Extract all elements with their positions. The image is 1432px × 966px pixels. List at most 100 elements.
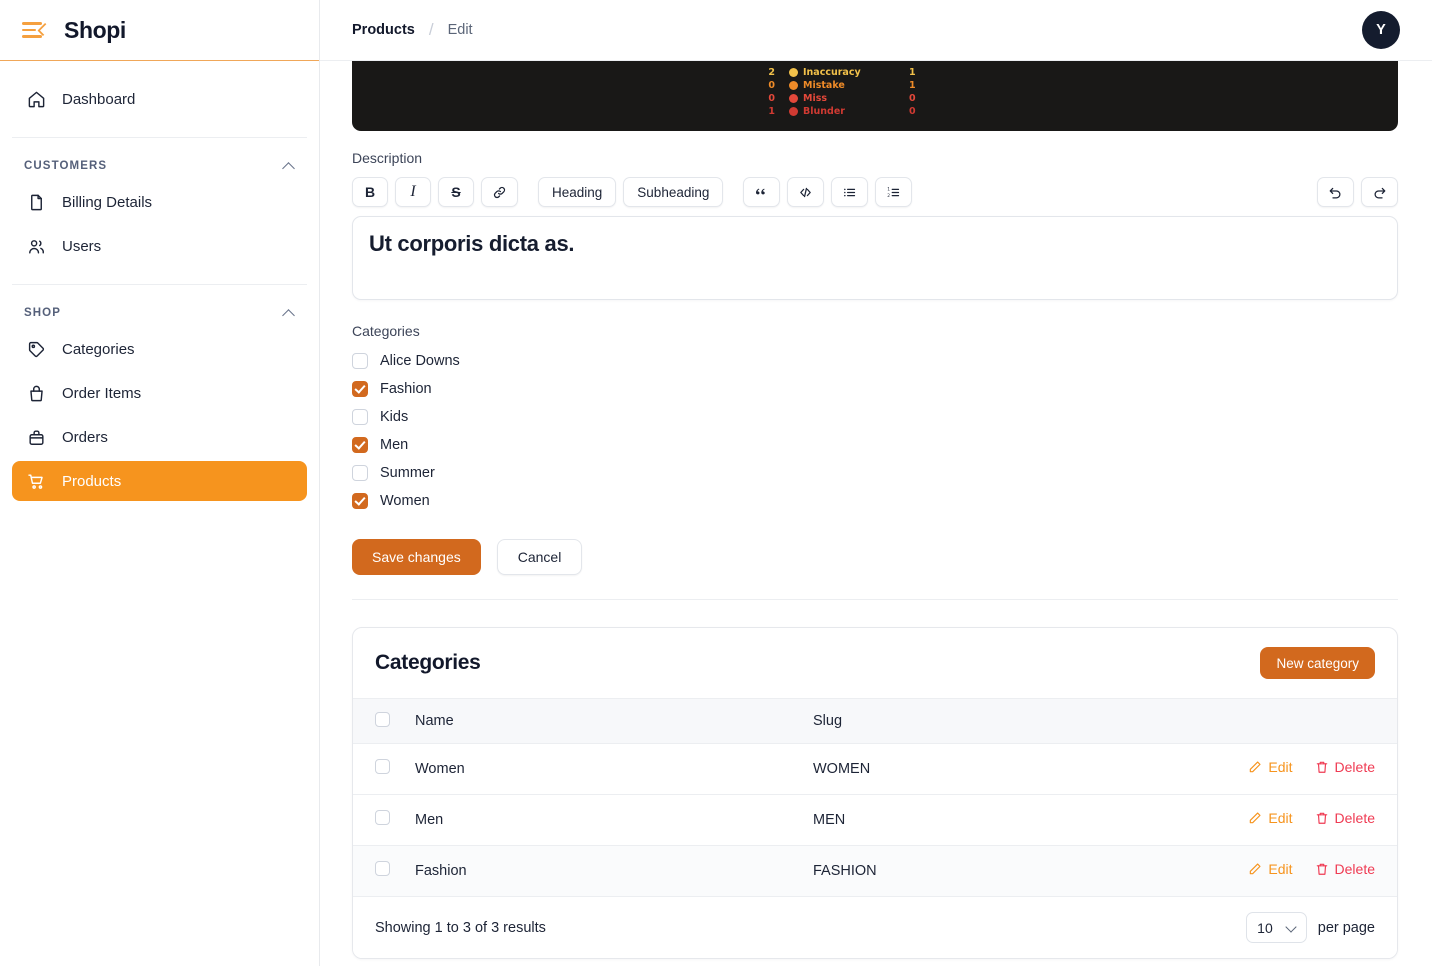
category-option-women[interactable]: Women [352,487,1398,515]
bold-button[interactable]: B [352,177,388,207]
italic-button[interactable]: I [395,177,431,207]
banner-stat-left: 0 [768,80,775,91]
editor-toolbar-group-inline: B I S [352,177,518,207]
strikethrough-button[interactable]: S [438,177,474,207]
banner-stat-label: Mistake [789,80,909,91]
checkbox[interactable] [352,381,368,397]
chevron-up-icon[interactable] [284,308,295,319]
sidebar-item-label: Order Items [62,384,142,402]
editor-toolbar-group-history [1317,177,1398,207]
banner-stat-right: 1 [909,67,916,78]
table-row[interactable]: Fashion FASHION Edit Delete [353,845,1397,897]
category-option-men[interactable]: Men [352,431,1398,459]
sidebar-item-products[interactable]: Products [12,461,307,501]
heading-button[interactable]: Heading [538,177,617,207]
undo-icon[interactable] [1317,177,1354,207]
checkbox[interactable] [352,353,368,369]
chevron-down-icon [1287,923,1296,932]
banner-stat-label: Inaccuracy [789,67,909,78]
select-all-cell [353,699,415,744]
per-page-value: 10 [1257,919,1273,936]
delete-button[interactable]: Delete [1315,759,1375,775]
row-select-cell [353,845,415,897]
sidebar-item-billing-details[interactable]: Billing Details [12,182,307,222]
sidebar-item-label: Dashboard [62,90,136,108]
svg-text:1: 1 [888,186,891,192]
edit-button[interactable]: Edit [1248,861,1293,877]
row-checkbox[interactable] [375,759,390,774]
categories-checkbox-list: Alice Downs Fashion Kids Men Summer Wome… [352,347,1398,515]
sidebar: Shopi Dashboard CUSTOMERS Billing Detail… [0,0,320,966]
link-icon[interactable] [481,177,518,207]
delete-button[interactable]: Delete [1315,810,1375,826]
chevron-up-icon[interactable] [284,161,295,172]
sidebar-item-dashboard[interactable]: Dashboard [12,79,307,119]
edit-button[interactable]: Edit [1248,759,1293,775]
description-editor[interactable]: Ut corporis dicta as. [352,216,1398,300]
pencil-icon [1250,812,1261,824]
editor-toolbar: B I S Heading Subheading 1 2 [352,177,1398,207]
redo-icon[interactable] [1361,177,1398,207]
row-checkbox[interactable] [375,861,390,876]
cancel-button[interactable]: Cancel [496,539,583,575]
banner-stat-label-text: Blunder [803,106,845,117]
sidebar-item-users[interactable]: Users [12,226,307,266]
sidebar-group-header-customers[interactable]: CUSTOMERS [12,152,307,178]
tag-icon [26,339,46,359]
blunder-icon [789,107,798,116]
hamburger-collapse-icon[interactable] [22,21,51,39]
categories-table: Name Slug Women WOMEN Edit Delete Men ME… [353,699,1397,897]
save-changes-button[interactable]: Save changes [352,539,481,575]
category-option-kids[interactable]: Kids [352,403,1398,431]
bullet-list-icon[interactable] [831,177,869,207]
bold-label: B [364,184,376,200]
category-option-label: Men [380,437,409,453]
per-page-select[interactable]: 10 [1246,912,1307,943]
banner-stat-right: 0 [909,93,916,104]
row-select-cell [353,794,415,846]
main-area: Products / Edit Y 2 Inaccuracy 1 0 Mista… [320,0,1432,966]
checkbox[interactable] [352,493,368,509]
banner-stat-label-text: Miss [803,93,828,104]
sidebar-group-customers: CUSTOMERS Billing Details Users [12,137,307,284]
table-row[interactable]: Men MEN Edit Delete [353,794,1397,846]
banner-stats: 2 Inaccuracy 1 0 Mistake 1 0 Miss 0 1 Bl… [747,67,951,117]
sidebar-group-header-shop[interactable]: SHOP [12,299,307,325]
banner-stat-left: 0 [768,93,775,104]
new-category-button[interactable]: New category [1260,647,1375,679]
edit-button[interactable]: Edit [1248,810,1293,826]
breadcrumb-parent[interactable]: Products [352,22,415,38]
delete-label: Delete [1334,810,1375,826]
column-header-name[interactable]: Name [415,699,813,744]
sidebar-item-order-items[interactable]: Order Items [12,373,307,413]
edit-label: Edit [1268,861,1293,877]
row-checkbox[interactable] [375,810,390,825]
sidebar-item-orders[interactable]: Orders [12,417,307,457]
checkbox[interactable] [352,465,368,481]
code-icon[interactable] [787,177,825,207]
cell-name: Men [415,794,813,846]
banner-stat-left: 1 [768,106,775,117]
cell-actions: Edit Delete [988,845,1397,897]
category-option-fashion[interactable]: Fashion [352,375,1398,403]
category-option-alice-downs[interactable]: Alice Downs [352,347,1398,375]
quote-icon[interactable] [743,177,781,207]
sidebar-brand: Shopi [0,0,319,61]
select-all-checkbox[interactable] [375,712,390,727]
category-option-summer[interactable]: Summer [352,459,1398,487]
checkbox[interactable] [352,437,368,453]
heading-label: Heading [552,184,603,200]
avatar[interactable]: Y [1362,11,1400,49]
cell-slug: MEN [813,794,989,846]
form-actions: Save changes Cancel [352,539,1398,600]
subheading-button[interactable]: Subheading [623,177,724,207]
mistake-icon [789,81,798,90]
cell-actions: Edit Delete [988,743,1397,795]
checkbox[interactable] [352,409,368,425]
delete-button[interactable]: Delete [1315,861,1375,877]
column-header-slug[interactable]: Slug [813,699,989,744]
breadcrumb: Products / Edit [352,20,473,40]
table-row[interactable]: Women WOMEN Edit Delete [353,743,1397,795]
ordered-list-icon[interactable]: 12 [875,177,913,207]
sidebar-item-categories[interactable]: Categories [12,329,307,369]
